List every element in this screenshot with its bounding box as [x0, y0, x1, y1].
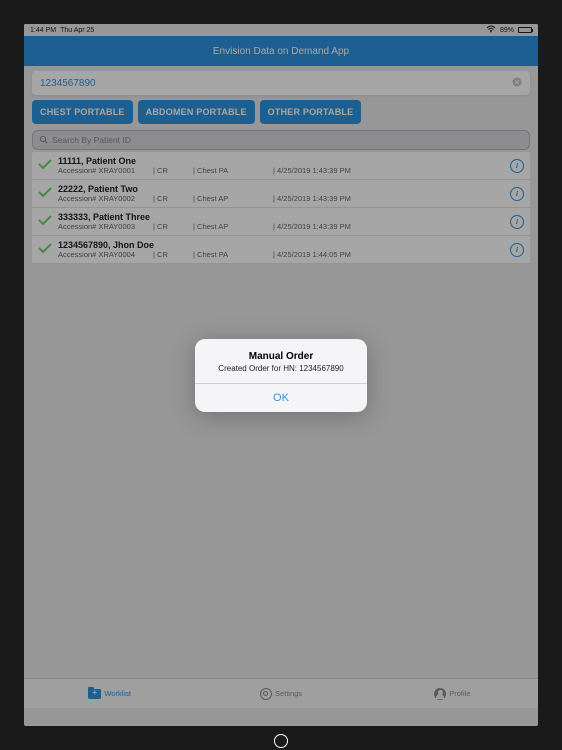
checkmark-icon	[38, 158, 54, 173]
table-row[interactable]: 22222, Patient TwoAccession# XRAY0002| C…	[32, 180, 530, 208]
row-datetime: | 4/25/2019 1:43:39 PM	[273, 194, 506, 203]
row-details: Accession# XRAY0002| CR| Chest AP| 4/25/…	[58, 194, 506, 203]
manual-order-alert: Manual Order Created Order for HN: 12345…	[195, 339, 367, 412]
row-accession: Accession# XRAY0001	[58, 166, 153, 175]
clear-icon[interactable]	[512, 77, 522, 90]
row-accession: Accession# XRAY0002	[58, 194, 153, 203]
search-icon	[39, 135, 48, 146]
nav-bar: Envision Data on Demand App	[24, 36, 538, 66]
profile-icon	[434, 688, 446, 700]
row-datetime: | 4/25/2019 1:43:39 PM	[273, 166, 506, 175]
row-modality: | CR	[153, 194, 193, 203]
row-modality: | CR	[153, 250, 193, 259]
search-input[interactable]: Search By Patient ID	[32, 130, 530, 150]
row-accession: Accession# XRAY0004	[58, 250, 153, 259]
row-modality: | CR	[153, 166, 193, 175]
row-body-part: | Chest PA	[193, 250, 273, 259]
checkmark-icon	[38, 242, 54, 257]
row-content: 22222, Patient TwoAccession# XRAY0002| C…	[58, 184, 506, 203]
alert-message: Created Order for HN: 1234567890	[205, 364, 357, 373]
folder-plus-icon	[88, 689, 101, 699]
row-title: 11111, Patient One	[58, 156, 506, 166]
table-row[interactable]: 11111, Patient OneAccession# XRAY0001| C…	[32, 152, 530, 180]
info-icon[interactable]: i	[510, 159, 524, 173]
hn-input[interactable]: 1234567890	[32, 71, 530, 95]
gear-icon	[260, 688, 272, 700]
tab-settings[interactable]: Settings	[195, 679, 366, 708]
alert-ok-button[interactable]: OK	[195, 384, 367, 412]
home-button[interactable]	[274, 734, 288, 748]
row-details: Accession# XRAY0003| CR| Chest AP| 4/25/…	[58, 222, 506, 231]
status-time: 1:44 PM	[30, 27, 56, 34]
checkmark-icon	[38, 214, 54, 229]
tab-worklist[interactable]: Worklist	[24, 679, 195, 708]
alert-title: Manual Order	[205, 351, 357, 362]
row-content: 11111, Patient OneAccession# XRAY0001| C…	[58, 156, 506, 175]
other-portable-button[interactable]: OTHER PORTABLE	[260, 100, 362, 124]
search-placeholder: Search By Patient ID	[52, 135, 131, 145]
filter-button-row: CHEST PORTABLE ABDOMEN PORTABLE OTHER PO…	[32, 100, 530, 124]
content-area: 1234567890 CHEST PORTABLE ABDOMEN PORTAB…	[24, 66, 538, 264]
checkmark-icon	[38, 186, 54, 201]
row-content: 333333, Patient ThreeAccession# XRAY0003…	[58, 212, 506, 231]
tab-bar: Worklist Settings Profile	[24, 678, 538, 708]
row-datetime: | 4/25/2019 1:43:39 PM	[273, 222, 506, 231]
tab-profile[interactable]: Profile	[367, 679, 538, 708]
status-bar: 1:44 PM Thu Apr 25 89%	[24, 24, 538, 36]
battery-icon	[518, 27, 532, 33]
row-body-part: | Chest PA	[193, 166, 273, 175]
abdomen-portable-button[interactable]: ABDOMEN PORTABLE	[138, 100, 255, 124]
row-details: Accession# XRAY0004| CR| Chest PA| 4/25/…	[58, 250, 506, 259]
row-modality: | CR	[153, 222, 193, 231]
tab-settings-label: Settings	[275, 689, 302, 698]
battery-percent: 89%	[500, 27, 514, 34]
row-accession: Accession# XRAY0003	[58, 222, 153, 231]
row-title: 1234567890, Jhon Doe	[58, 240, 506, 250]
row-body-part: | Chest AP	[193, 222, 273, 231]
row-datetime: | 4/25/2019 1:44:05 PM	[273, 250, 506, 259]
table-row[interactable]: 1234567890, Jhon DoeAccession# XRAY0004|…	[32, 236, 530, 264]
wifi-icon	[486, 25, 496, 35]
hn-input-value: 1234567890	[40, 78, 512, 89]
row-content: 1234567890, Jhon DoeAccession# XRAY0004|…	[58, 240, 506, 259]
row-title: 22222, Patient Two	[58, 184, 506, 194]
tab-profile-label: Profile	[449, 689, 470, 698]
row-body-part: | Chest AP	[193, 194, 273, 203]
row-title: 333333, Patient Three	[58, 212, 506, 222]
info-icon[interactable]: i	[510, 215, 524, 229]
status-date: Thu Apr 25	[60, 27, 94, 34]
tab-worklist-label: Worklist	[104, 689, 131, 698]
info-icon[interactable]: i	[510, 243, 524, 257]
table-row[interactable]: 333333, Patient ThreeAccession# XRAY0003…	[32, 208, 530, 236]
info-icon[interactable]: i	[510, 187, 524, 201]
chest-portable-button[interactable]: CHEST PORTABLE	[32, 100, 133, 124]
worklist-table: 11111, Patient OneAccession# XRAY0001| C…	[32, 152, 530, 264]
row-details: Accession# XRAY0001| CR| Chest PA| 4/25/…	[58, 166, 506, 175]
nav-title: Envision Data on Demand App	[213, 46, 349, 57]
